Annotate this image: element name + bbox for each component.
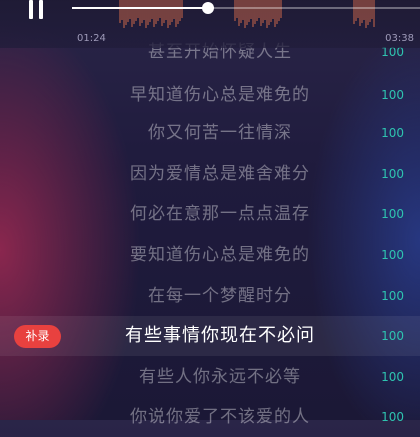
lyric-row[interactable]: 早知道伤心总是难免的 100 <box>0 75 420 115</box>
lyric-row[interactable]: 你又何苦一往情深 100 <box>0 113 420 153</box>
lyric-row-current[interactable]: 补录 有些事情你现在不必问 100 <box>0 316 420 356</box>
lyric-text: 在每一个梦醒时分 <box>148 286 292 306</box>
lyric-score: 100 <box>381 370 404 384</box>
player-bar: 01:24 03:38 <box>0 0 420 48</box>
current-time: 01:24 <box>77 33 106 44</box>
lyric-row[interactable]: 何必在意那一点点温存 100 <box>0 194 420 234</box>
lyric-row[interactable]: 在每一个梦醒时分 100 <box>0 276 420 316</box>
total-time: 03:38 <box>385 33 414 44</box>
lyric-score: 100 <box>381 88 404 102</box>
lyric-row[interactable]: 你说你爱了不该爱的人 100 <box>0 397 420 437</box>
lyric-score: 100 <box>381 126 404 140</box>
lyric-score: 100 <box>381 329 404 343</box>
lyric-text: 有些事情你现在不必问 <box>125 325 315 346</box>
lyric-score: 100 <box>381 167 404 181</box>
lyric-row[interactable]: 因为爱情总是难舍难分 100 <box>0 154 420 194</box>
lyric-text: 早知道伤心总是难免的 <box>130 85 310 105</box>
pause-icon[interactable] <box>26 0 48 22</box>
lyric-text: 你又何苦一往情深 <box>148 123 292 143</box>
lyric-row[interactable]: 有些人你永远不必等 100 <box>0 357 420 397</box>
progress-fill <box>72 7 208 9</box>
lyric-text: 要知道伤心总是难免的 <box>130 245 310 265</box>
lyric-row[interactable]: 要知道伤心总是难免的 100 <box>0 235 420 275</box>
pause-bar-right <box>39 0 43 19</box>
lyric-text: 你说你爱了不该爱的人 <box>130 407 310 427</box>
waveform <box>119 0 375 28</box>
lyrics-list[interactable]: 甚至开始怀疑人生 100 早知道伤心总是难免的 100 你又何苦一往情深 100… <box>0 0 420 427</box>
lyric-score: 100 <box>381 410 404 424</box>
lyric-text: 因为爱情总是难舍难分 <box>130 164 310 184</box>
lyric-score: 100 <box>381 207 404 221</box>
lyric-score: 100 <box>381 289 404 303</box>
lyric-score: 100 <box>381 248 404 262</box>
lyric-text: 何必在意那一点点温存 <box>130 204 310 224</box>
lyric-text: 有些人你永远不必等 <box>139 367 301 387</box>
progress-track[interactable] <box>72 2 420 14</box>
pause-bar-left <box>29 0 33 19</box>
progress-knob[interactable] <box>201 2 214 14</box>
